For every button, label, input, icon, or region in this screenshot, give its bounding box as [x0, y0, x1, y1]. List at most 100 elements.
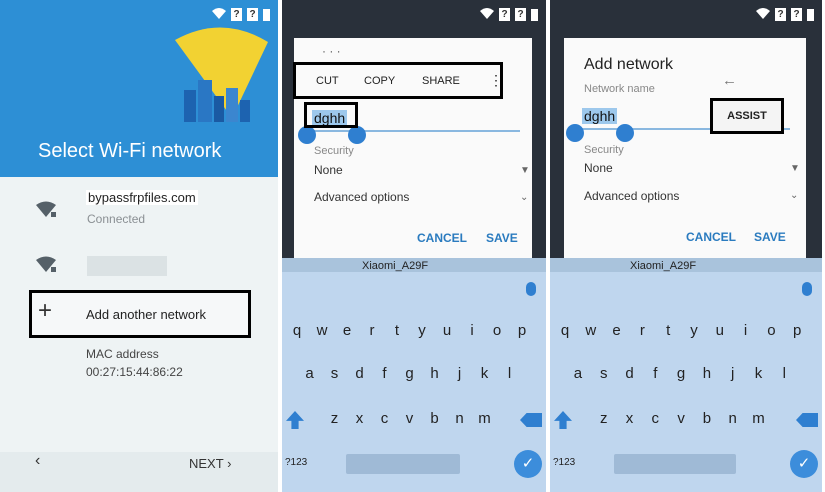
advanced-options[interactable]: Advanced options [314, 190, 409, 204]
selection-highlight-box [304, 102, 358, 128]
battery-icon [807, 8, 814, 21]
key-k[interactable]: k [750, 365, 768, 382]
key-w[interactable]: w [313, 322, 331, 339]
key-z[interactable]: z [326, 410, 344, 427]
key-b[interactable]: b [698, 410, 716, 427]
key-n[interactable]: n [724, 410, 742, 427]
key-o[interactable]: o [488, 322, 506, 339]
shift-icon[interactable] [554, 411, 572, 429]
selection-handle-right[interactable] [616, 124, 634, 142]
enter-key[interactable]: ✓ [790, 450, 818, 478]
key-y[interactable]: y [413, 322, 431, 339]
key-l[interactable]: l [775, 365, 793, 382]
key-i[interactable]: i [463, 322, 481, 339]
key-n[interactable]: n [451, 410, 469, 427]
network-name-input[interactable]: dghh [582, 108, 618, 124]
key-m[interactable]: m [476, 410, 494, 427]
key-v[interactable]: v [401, 410, 419, 427]
key-t[interactable]: t [659, 322, 677, 339]
add-network-button[interactable]: + Add another network [29, 290, 251, 338]
key-d[interactable]: d [621, 365, 639, 382]
key-c[interactable]: c [646, 410, 664, 427]
key-a[interactable]: a [301, 365, 319, 382]
mic-icon[interactable] [802, 282, 812, 296]
next-button[interactable]: NEXT › [189, 456, 231, 471]
key-r[interactable]: r [633, 322, 651, 339]
chevron-down-icon: ⌄ [520, 192, 529, 203]
key-m[interactable]: m [750, 410, 768, 427]
enter-key[interactable]: ✓ [514, 450, 542, 478]
key-b[interactable]: b [426, 410, 444, 427]
key-x[interactable]: x [351, 410, 369, 427]
key-k[interactable]: k [476, 365, 494, 382]
back-button[interactable]: ‹ [35, 452, 40, 470]
key-f[interactable]: f [376, 365, 394, 382]
back-arrow-icon[interactable]: ← [722, 72, 737, 89]
key-w[interactable]: w [582, 322, 600, 339]
security-label: Security [584, 144, 624, 156]
network-name: bypassfrpfiles.com [86, 190, 198, 205]
key-d[interactable]: d [351, 365, 369, 382]
save-button[interactable]: SAVE [486, 231, 518, 245]
spacebar[interactable] [614, 454, 736, 474]
assist-button[interactable]: ASSIST [710, 98, 784, 134]
dropdown-caret-icon: ▼ [520, 165, 530, 176]
cancel-button[interactable]: CANCEL [417, 231, 467, 245]
key-f[interactable]: f [646, 365, 664, 382]
key-l[interactable]: l [501, 365, 519, 382]
key-q[interactable]: q [288, 322, 306, 339]
key-u[interactable]: u [438, 322, 456, 339]
key-p[interactable]: p [513, 322, 531, 339]
key-t[interactable]: t [388, 322, 406, 339]
key-x[interactable]: x [621, 410, 639, 427]
spacebar[interactable] [346, 454, 460, 474]
key-v[interactable]: v [672, 410, 690, 427]
key-j[interactable]: j [724, 365, 742, 382]
status-bar: ? ? [0, 0, 278, 28]
status-bar: ? ? [550, 0, 822, 28]
key-s[interactable]: s [595, 365, 613, 382]
selection-handle-left[interactable] [298, 126, 316, 144]
backspace-icon[interactable] [520, 413, 542, 427]
input-underline [306, 130, 520, 132]
advanced-options[interactable]: Advanced options [584, 189, 679, 203]
key-z[interactable]: z [595, 410, 613, 427]
key-a[interactable]: a [569, 365, 587, 382]
security-select[interactable]: None [584, 161, 613, 175]
key-y[interactable]: y [685, 322, 703, 339]
copy-button[interactable]: COPY [364, 75, 395, 87]
network-name-label: Network name [584, 83, 655, 95]
key-u[interactable]: u [711, 322, 729, 339]
key-q[interactable]: q [556, 322, 574, 339]
selection-handle-left[interactable] [566, 124, 584, 142]
key-g[interactable]: g [672, 365, 690, 382]
backspace-icon[interactable] [796, 413, 818, 427]
symbols-key[interactable]: ?123 [553, 457, 575, 468]
key-r[interactable]: r [363, 322, 381, 339]
wifi-status-icon [212, 7, 226, 22]
key-s[interactable]: s [326, 365, 344, 382]
more-options-icon[interactable]: ⋮ [489, 72, 503, 89]
symbols-key[interactable]: ?123 [285, 457, 307, 468]
key-j[interactable]: j [451, 365, 469, 382]
network-status: Connected [87, 212, 146, 226]
share-button[interactable]: SHARE [422, 75, 460, 87]
key-e[interactable]: e [608, 322, 626, 339]
key-o[interactable]: o [762, 322, 780, 339]
key-e[interactable]: e [338, 322, 356, 339]
key-p[interactable]: p [788, 322, 806, 339]
mic-icon[interactable] [526, 282, 536, 296]
key-h[interactable]: h [698, 365, 716, 382]
save-button[interactable]: SAVE [754, 230, 786, 244]
key-c[interactable]: c [376, 410, 394, 427]
selected-text: dghh [582, 108, 618, 124]
key-h[interactable]: h [426, 365, 444, 382]
chevron-right-icon: › [227, 456, 232, 471]
key-i[interactable]: i [737, 322, 755, 339]
selection-handle-right[interactable] [348, 126, 366, 144]
cancel-button[interactable]: CANCEL [686, 230, 736, 244]
cut-button[interactable]: CUT [316, 75, 339, 87]
key-g[interactable]: g [401, 365, 419, 382]
shift-icon[interactable] [286, 411, 304, 429]
security-select[interactable]: None [314, 163, 343, 177]
